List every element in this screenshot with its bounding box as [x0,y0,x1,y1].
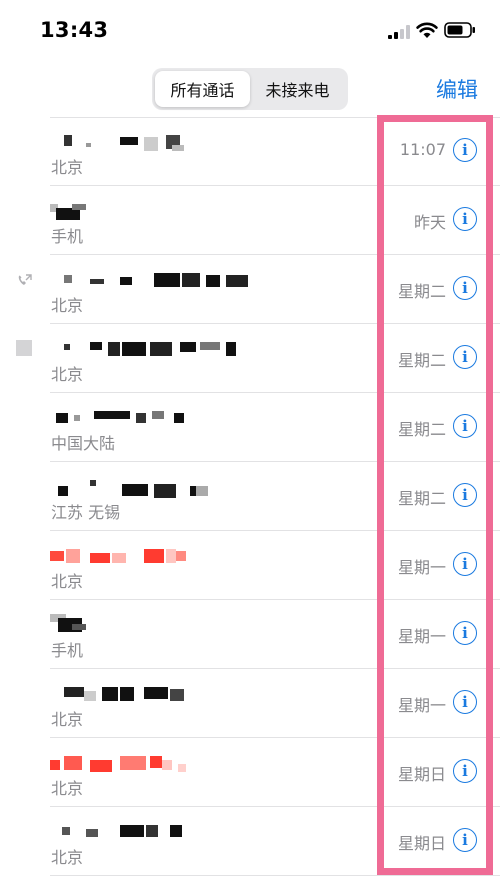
blurred-contact-name [50,821,250,843]
call-location: 手机 [51,227,84,246]
blurred-contact-name [50,407,250,429]
call-location: 北京 [51,779,84,798]
blurred-contact-name [50,614,250,636]
call-location: 手机 [51,641,84,660]
blurred-contact-name [50,545,250,567]
call-location: 北京 [51,710,84,729]
segment-all-calls[interactable]: 所有通话 [155,71,250,107]
call-location: 江苏 无锡 [51,503,121,522]
call-location: 北京 [51,296,84,315]
redacted-call-icon [16,340,32,356]
call-location: 中国大陆 [51,434,116,453]
blurred-contact-name [50,683,250,705]
blurred-contact-name [50,269,250,291]
call-location: 北京 [51,158,84,177]
status-time: 13:43 [40,18,109,42]
call-location: 北京 [51,572,84,591]
call-location: 北京 [51,365,84,384]
segment-missed-calls[interactable]: 未接来电 [250,71,345,107]
blurred-contact-name [50,752,250,774]
call-filter-segmented-control[interactable]: 所有通话 未接来电 [152,68,348,110]
edit-button[interactable]: 编辑 [436,74,478,104]
blurred-contact-name [50,200,250,222]
blurred-contact-name [50,131,250,153]
wifi-icon [416,22,438,38]
outgoing-call-icon [18,274,32,285]
blurred-contact-name [50,338,250,360]
battery-icon [444,22,475,38]
blurred-contact-name [50,476,250,498]
status-bar: 13:43 [0,0,500,60]
highlight-frame [377,115,493,875]
call-location: 北京 [51,848,84,867]
cellular-signal-icon [388,25,410,39]
